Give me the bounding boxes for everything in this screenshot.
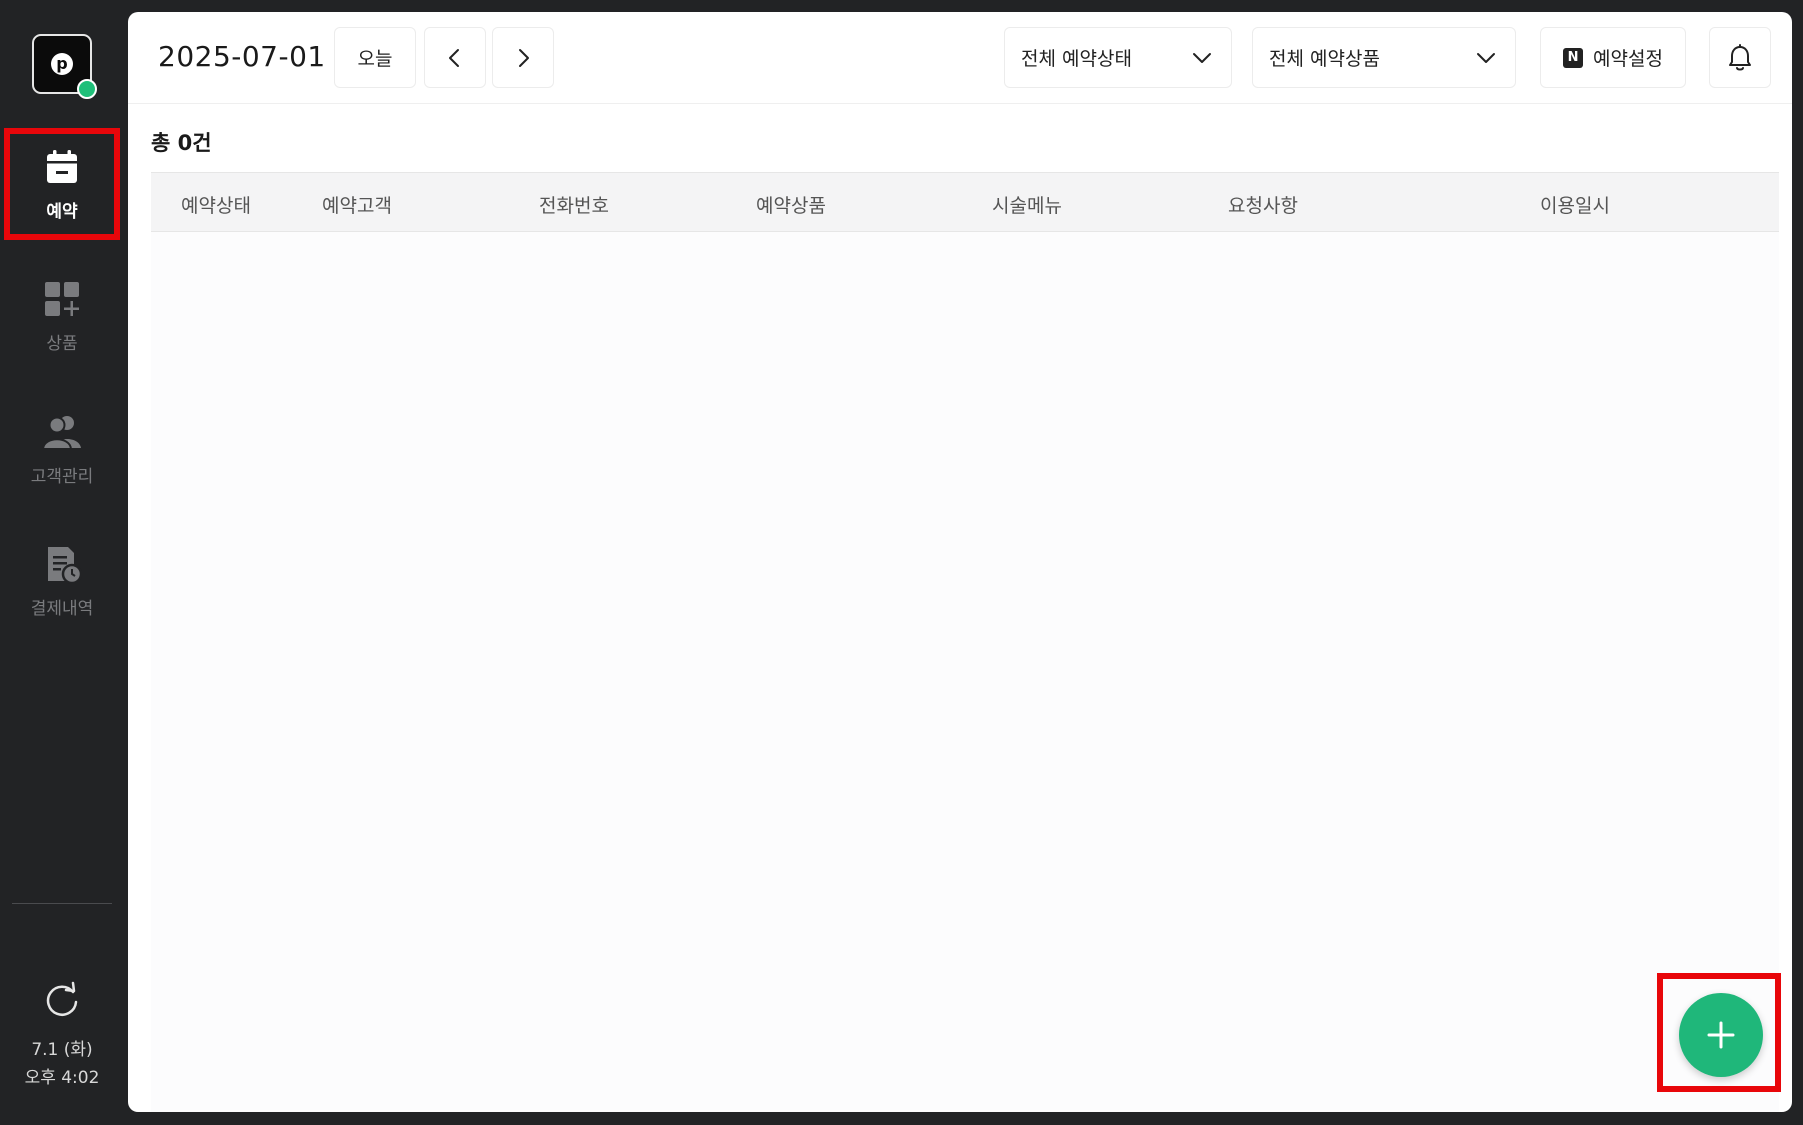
total-count: 총 0건: [151, 131, 212, 155]
sidebar-item-payment-history[interactable]: 결제내역: [0, 521, 124, 641]
bell-icon: [1729, 43, 1751, 70]
online-status-dot: [77, 79, 97, 99]
sidebar-item-label: 결제내역: [30, 598, 94, 619]
sidebar-item-product[interactable]: 상품: [0, 256, 124, 376]
selected-date[interactable]: 2025-07-01: [158, 40, 326, 73]
today-button[interactable]: 오늘: [334, 27, 416, 88]
toolbar: 2025-07-01 오늘 전체 예약상태 전체 예약상품 N 예약설정: [128, 12, 1792, 104]
current-datetime: 7.1 (화) 오후 4:02: [0, 1036, 124, 1092]
chevron-left-icon: [449, 48, 459, 67]
reservation-settings-label: 예약설정: [1593, 48, 1663, 70]
reservation-status-filter[interactable]: 전체 예약상태: [1004, 27, 1232, 88]
sidebar-item-reservation[interactable]: 예약: [0, 124, 124, 244]
product-grid-add-icon: [45, 281, 79, 316]
next-day-button[interactable]: [492, 27, 554, 88]
column-header[interactable]: 전화번호: [539, 191, 609, 218]
column-header[interactable]: 예약고객: [322, 191, 392, 218]
naver-badge-icon: N: [1563, 47, 1584, 68]
calendar-icon: [47, 149, 77, 183]
column-header[interactable]: 이용일시: [1540, 191, 1610, 218]
sidebar-item-customer-management[interactable]: 고객관리: [0, 389, 124, 509]
refresh-icon[interactable]: [42, 981, 82, 1021]
payment-history-icon: [48, 546, 82, 584]
column-header[interactable]: 요청사항: [1228, 191, 1298, 218]
notifications-button[interactable]: [1709, 27, 1771, 88]
sidebar-item-label: 고객관리: [30, 466, 94, 487]
chevron-down-icon: [1193, 52, 1211, 63]
column-header[interactable]: 예약상품: [756, 191, 826, 218]
main-panel: 2025-07-01 오늘 전체 예약상태 전체 예약상품 N 예약설정 총 0…: [128, 12, 1792, 1112]
previous-day-button[interactable]: [424, 27, 486, 88]
status-filter-value: 전체 예약상태: [1021, 48, 1132, 70]
add-reservation-button[interactable]: [1679, 993, 1763, 1077]
reservation-product-filter[interactable]: 전체 예약상품: [1252, 27, 1516, 88]
column-header[interactable]: 시술메뉴: [992, 191, 1062, 218]
current-date: 7.1 (화): [31, 1040, 93, 1060]
sidebar-item-label: 상품: [46, 333, 78, 354]
table-header: 예약상태 예약고객 전화번호 예약상품 시술메뉴 요청사항 이용일시: [151, 172, 1779, 232]
customers-icon: [42, 415, 81, 450]
sidebar-divider: [12, 903, 112, 904]
reservation-table: 예약상태 예약고객 전화번호 예약상품 시술메뉴 요청사항 이용일시: [151, 172, 1779, 1112]
current-time: 오후 4:02: [24, 1068, 100, 1088]
column-header[interactable]: 예약상태: [181, 191, 251, 218]
chevron-down-icon: [1477, 52, 1495, 63]
logo-mark: p: [51, 53, 73, 75]
sidebar-item-label: 예약: [46, 201, 78, 222]
plus-icon: [1707, 1021, 1735, 1049]
reservation-settings-button[interactable]: N 예약설정: [1540, 27, 1686, 88]
chevron-right-icon: [519, 48, 529, 67]
sidebar: p 예약 상품 고객관리 결제내역 7.1 (화) 오후 4:02: [0, 0, 124, 1125]
product-filter-value: 전체 예약상품: [1269, 48, 1380, 70]
